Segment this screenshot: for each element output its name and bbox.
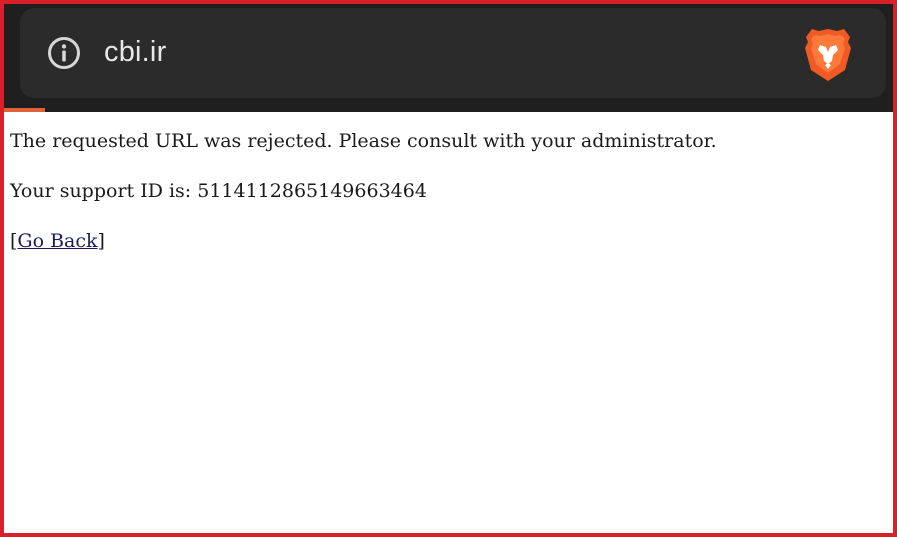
go-back-line: [Go Back] [10, 226, 717, 256]
address-bar[interactable]: cbi.ir [20, 8, 886, 98]
browser-toolbar: cbi.ir [4, 4, 893, 112]
rejection-message: The requested URL was rejected. Please c… [10, 130, 717, 152]
go-back-link[interactable]: Go Back [17, 230, 97, 252]
info-circle-icon[interactable] [47, 36, 81, 70]
error-page-content: The requested URL was rejected. Please c… [10, 126, 717, 276]
brave-lion-icon[interactable] [804, 28, 852, 82]
url-text[interactable]: cbi.ir [104, 32, 166, 72]
screenshot-frame: cbi.ir The requested URL was rejected. P… [0, 0, 897, 537]
support-id-text: Your support ID is: 5114112865149663464 [10, 180, 427, 202]
bracket-close: ] [97, 230, 105, 252]
page-load-progress [4, 108, 45, 112]
